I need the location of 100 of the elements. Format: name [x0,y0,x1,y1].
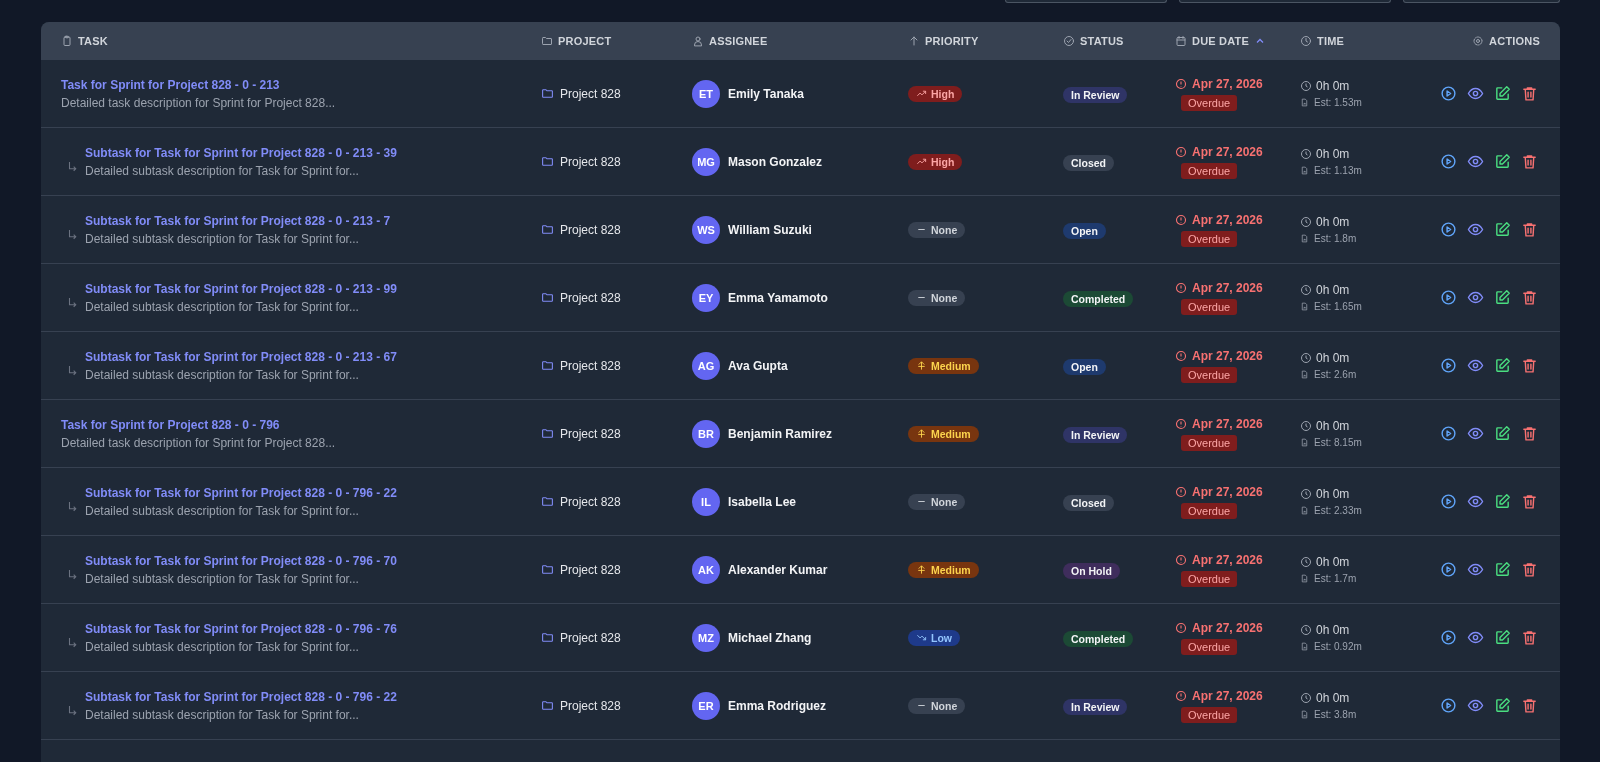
time-estimate: Est: 8.15m [1300,437,1362,448]
status-badge: In Review [1063,86,1128,103]
task-title-link[interactable]: Subtask for Task for Sprint for Project 828 - 0 - 213 - 7 [85,213,391,228]
table-row[interactable]: Subtask for Task for Sprint for Project 828 - 0 - 213 - 7 Detailed subtask description for Task for Sprint for... Project 828 WS William Suzuki None Open Apr 27, 2026 Overdue 0h 0m Est: 1.8m [41,195,1560,263]
task-title-link[interactable]: Task for Sprint for Project 828 - 0 - 213 [61,77,336,92]
avatar: ET [692,79,720,108]
due-date: Apr 27, 2026 [1175,620,1263,635]
avatar: AG [692,351,720,380]
overdue-badge: Overdue [1181,502,1238,519]
time-spent: 0h 0m [1300,79,1350,93]
overdue-badge: Overdue [1181,366,1238,383]
assignee-name: William Suzuki [728,222,812,237]
status-badge: Closed [1063,154,1114,171]
task-description: Detailed subtask description for Task for Sprint for... [85,707,360,722]
time-estimate: Est: 1.53m [1300,97,1362,108]
time-spent: 0h 0m [1300,623,1350,637]
due-date: Apr 27, 2026 [1175,552,1263,567]
priority-badge: Medium [908,357,979,374]
project-name: Project 828 [560,562,621,577]
task-title-link[interactable]: Subtask for Task for Sprint for Project 828 - 0 - 213 - 99 [85,281,397,296]
column-header[interactable]: ACTIONS [1472,34,1540,47]
task-title-link[interactable]: Subtask for Task for Sprint for Project 828 - 0 - 213 - 67 [85,349,397,364]
assignee-name: Emily Tanaka [728,86,804,101]
due-date: Apr 27, 2026 [1175,688,1263,703]
time-spent: 0h 0m [1300,419,1350,433]
task-title-link[interactable]: Task for Sprint for Project 828 - 0 - 796 [61,417,336,432]
status-badge: Open [1063,358,1106,375]
column-header[interactable]: PROJECT [541,34,612,47]
time-estimate: Est: 0.92m [1300,641,1362,652]
table-row[interactable]: Subtask for Task for Sprint for Project 828 - 0 - 796 - 76 Detailed subtask description for Task for Sprint for... Project 828 MZ Michael Zhang Low Completed Apr 27, 2026 Overdue 0h 0m Est: 0.92m [41,603,1560,671]
avatar: ER [692,691,720,720]
task-title-link[interactable]: Subtask for Task for Sprint for Project 828 - 0 - 213 - 39 [85,145,397,160]
task-title-link[interactable]: Subtask for Task for Sprint for Project 828 - 0 - 796 - 70 [85,553,397,568]
table-row[interactable]: Subtask for Task for Sprint for Project 828 - 0 - 213 - 39 Detailed subtask description for Task for Sprint for... Project 828 MG Mason Gonzalez High Closed Apr 27, 2026 Overdue 0h 0m Est: 1.13m [41,127,1560,195]
time-spent: 0h 0m [1300,215,1350,229]
time-spent: 0h 0m [1300,351,1350,365]
priority-badge: None [908,221,966,238]
task-description: Detailed subtask description for Task for Sprint for... [85,299,360,314]
avatar: MG [692,147,720,176]
column-header[interactable]: STATUS [1063,34,1124,47]
project-name: Project 828 [560,698,621,713]
status-badge: On Hold [1063,562,1120,579]
overdue-badge: Overdue [1181,706,1238,723]
table-row[interactable]: Subtask for Task for Sprint for Project 828 - 0 - 796 - 22 Detailed subtask description for Task for Sprint for... Project 828 ER Emma Rodriguez None In Review Apr 27, 2026 Overdue 0h 0m Est: 3.8m [41,671,1560,739]
task-title-link[interactable]: Subtask for Task for Sprint for Project 828 - 0 - 796 - 76 [85,621,397,636]
status-badge: Completed [1063,630,1134,647]
assignee-name: Benjamin Ramirez [728,426,833,441]
table-row[interactable]: Task for Sprint for Project 828 - 0 - 796 Detailed task description for Sprint for Project 828... Project 828 BR Benjamin Ramirez Medium In Review Apr 27, 2026 Overdue 0h 0m Est: 8.15m [41,399,1560,467]
overdue-badge: Overdue [1181,638,1238,655]
status-badge: In Review [1063,426,1128,443]
table-row[interactable]: Subtask for Task for Sprint for Project 828 - 0 - 796 - 22 Detailed subtask description for Task for Sprint for... Project 828 IL Isabella Lee None Closed Apr 27, 2026 Overdue 0h 0m Est: 2.33m [41,467,1560,535]
project-name: Project 828 [560,290,621,305]
task-description: Detailed subtask description for Task for Sprint for... [85,639,360,654]
assignee-name: Emma Rodriguez [728,698,826,713]
table-row[interactable]: Subtask for Task for Sprint for Project 828 - 0 - 213 - 99 Detailed subtask description for Task for Sprint for... Project 828 EY Emma Yamamoto None Completed Apr 27, 2026 Overdue 0h 0m Est: 1.65m [41,263,1560,331]
column-header[interactable]: ASSIGNEE [692,34,768,47]
column-header[interactable]: TASK [61,34,108,47]
column-header[interactable]: DUE DATE [1175,34,1266,47]
overdue-badge: Overdue [1181,162,1238,179]
task-description: Detailed subtask description for Task for Sprint for... [85,367,360,382]
status-badge: Closed [1063,494,1114,511]
task-description: Detailed task description for Sprint for Project 828... [61,435,336,450]
project-name: Project 828 [560,154,621,169]
time-estimate: Est: 2.6m [1300,369,1357,380]
avatar: BR [692,419,720,448]
table-row[interactable]: Subtask for Task for Sprint for Project 828 - 0 - 796 - 70 Detailed subtask description for Task for Sprint for... Project 828 AK Alexander Kumar Medium On Hold Apr 27, 2026 Overdue 0h 0m Est: 1.7m [41,535,1560,603]
task-description: Detailed subtask description for Task for Sprint for... [85,163,360,178]
time-spent: 0h 0m [1300,691,1350,705]
column-header[interactable]: TIME [1300,34,1345,47]
overdue-badge: Overdue [1181,94,1238,111]
task-description: Detailed subtask description for Task for Sprint for... [85,571,360,586]
priority-badge: High [908,85,963,102]
task-title-link[interactable]: Subtask for Task for Sprint for Project 828 - 0 - 796 - 22 [85,689,397,704]
priority-badge: Medium [908,561,979,578]
task-title-link[interactable]: Subtask for Task for Sprint for Project 828 - 0 - 796 - 22 [85,485,397,500]
priority-badge: None [908,697,966,714]
due-date: Apr 27, 2026 [1175,348,1263,363]
assignee-name: Mason Gonzalez [728,154,822,169]
table-row[interactable]: Task for Sprint for Project 828 - 0 - 213 Detailed task description for Sprint for Project 828... Project 828 ET Emily Tanaka High In Review Apr 27, 2026 Overdue 0h 0m Est: 1.53m [41,59,1560,127]
avatar: IL [692,487,720,516]
assignee-name: Alexander Kumar [728,562,828,577]
due-date: Apr 27, 2026 [1175,76,1263,91]
due-date: Apr 27, 2026 [1175,212,1263,227]
avatar: WS [692,215,720,244]
table-row[interactable]: Subtask for Task for Sprint for Project 828 - 0 - 213 - 67 Detailed subtask description for Task for Sprint for... Project 828 AG Ava Gupta Medium Open Apr 27, 2026 Overdue 0h 0m Est: 2.6m [41,331,1560,399]
priority-badge: High [908,153,963,170]
status-badge: Open [1063,222,1106,239]
assignee-name: Emma Yamamoto [728,290,828,305]
project-name: Project 828 [560,86,621,101]
time-spent: 0h 0m [1300,283,1350,297]
task-description: Detailed task description for Sprint for Project 828... [61,95,336,110]
project-name: Project 828 [560,426,621,441]
avatar: MZ [692,623,720,652]
status-badge: In Review [1063,698,1128,715]
overdue-badge: Overdue [1181,230,1238,247]
due-date: Apr 27, 2026 [1175,416,1263,431]
column-header[interactable]: PRIORITY [908,34,979,47]
due-date: Apr 27, 2026 [1175,144,1263,159]
due-date: Apr 27, 2026 [1175,484,1263,499]
priority-badge: Medium [908,425,979,442]
